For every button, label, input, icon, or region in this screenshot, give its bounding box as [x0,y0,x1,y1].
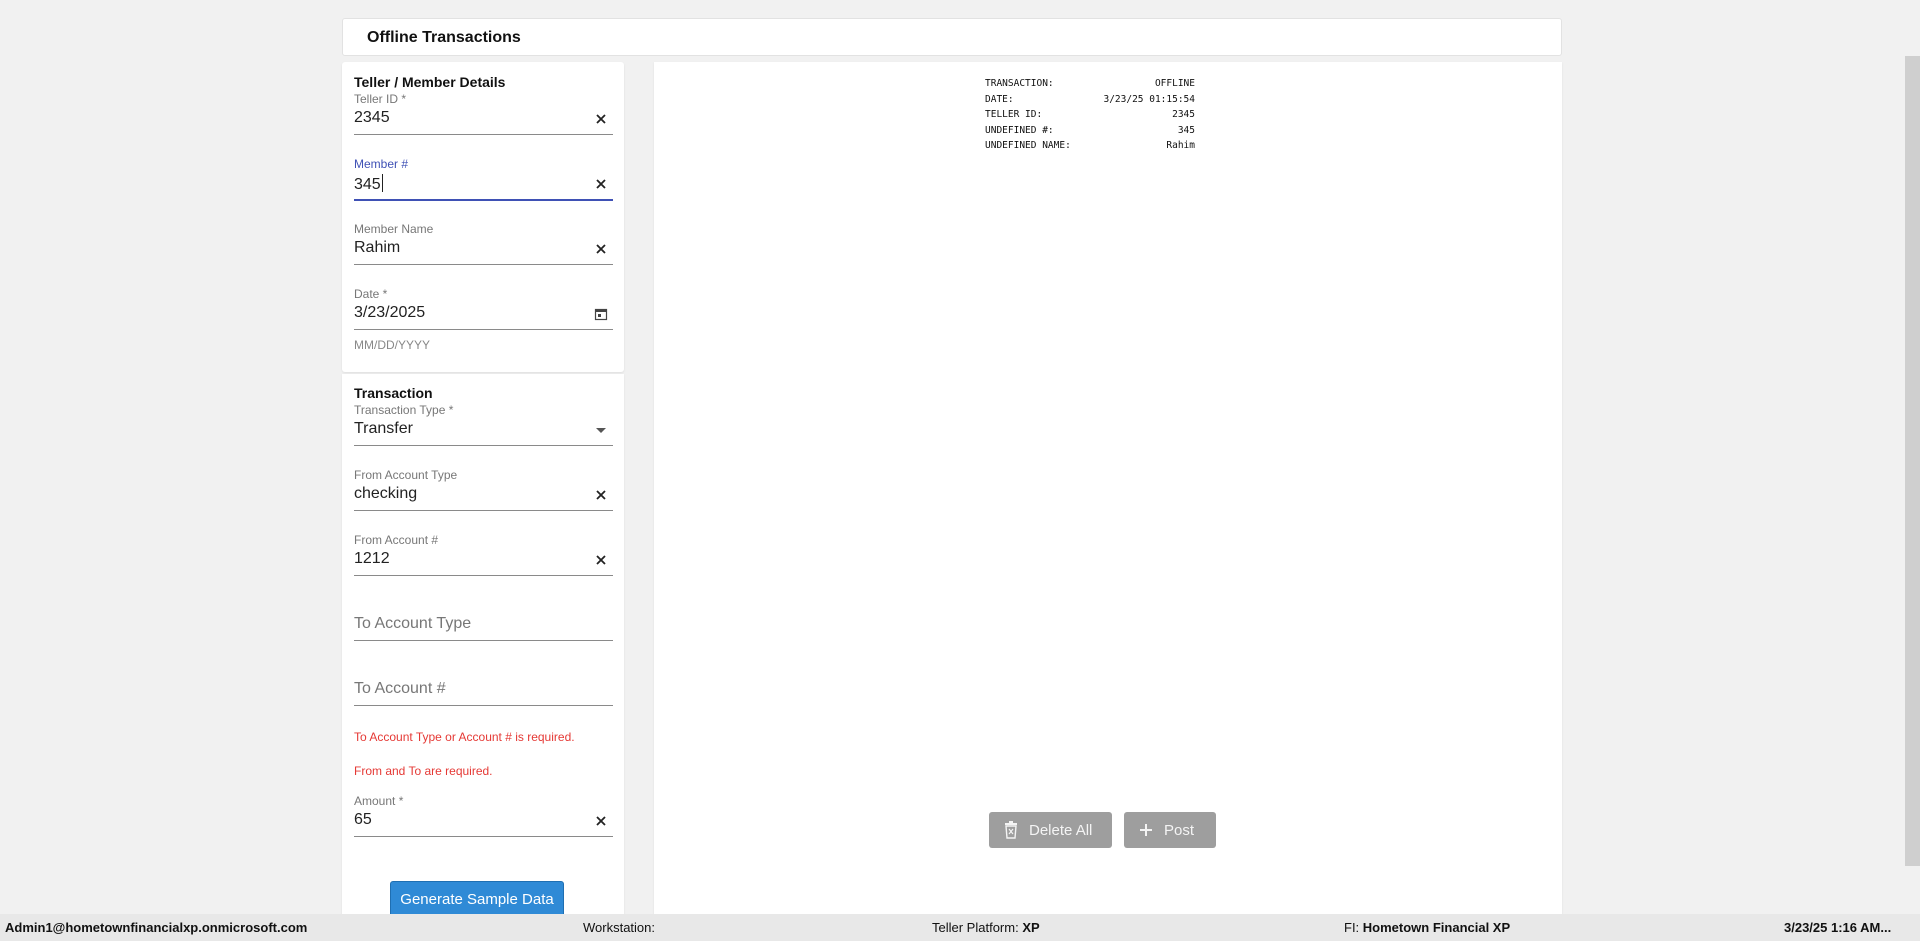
receipt-value: 3/23/25 01:15:54 [1103,93,1195,105]
to-account-type-field[interactable]: To Account Type [354,598,613,648]
teller-member-card: Teller / Member Details Teller ID * 2345… [342,62,624,372]
member-number-underline [354,199,613,201]
close-icon[interactable] [593,111,609,127]
to-account-number-field[interactable]: To Account # [354,663,613,713]
close-icon[interactable] [593,552,609,568]
teller-id-underline [354,134,613,135]
date-label: Date * [354,287,388,301]
from-to-error: From and To are required. [354,764,493,778]
from-account-number-field[interactable]: From Account # 1212 [354,533,613,583]
status-fi-label: FI: [1344,920,1360,935]
transaction-section-title: Transaction [354,385,433,401]
receipt-key: TRANSACTION: [985,78,1054,89]
receipt-key: UNDEFINED #: [985,124,1054,136]
transaction-card: Transaction Transaction Type * Transfer … [342,374,624,917]
status-teller-platform-value: XP [1022,920,1040,935]
member-name-field[interactable]: Member Name Rahim [354,222,613,272]
member-name-value[interactable]: Rahim [354,239,574,257]
from-account-type-field[interactable]: From Account Type checking [354,468,613,518]
receipt-row: TRANSACTION: OFFLINE [985,76,1195,92]
teller-section-title: Teller / Member Details [354,74,506,90]
transaction-type-value[interactable]: Transfer [354,420,574,438]
receipt-row: DATE: 3/23/25 01:15:54 [985,92,1195,108]
close-icon[interactable] [593,813,609,829]
receipt-row: UNDEFINED #: 345 [985,123,1195,139]
generate-sample-data-button[interactable]: Generate Sample Data [390,881,564,917]
trash-icon [1005,821,1017,839]
member-number-field[interactable]: Member # 345 [354,157,613,207]
text-caret [381,174,383,192]
to-account-number-underline [354,705,613,706]
receipt-value: 345 [1177,124,1195,136]
receipt-key: DATE: [985,93,1014,105]
transaction-type-label: Transaction Type * [354,403,454,417]
receipt-key: TELLER ID: [985,109,1043,120]
date-format-hint: MM/DD/YYYY [354,338,431,352]
date-field[interactable]: Date * 3/23/2025 [354,287,613,337]
status-fi-value: Hometown Financial XP [1362,920,1511,935]
to-account-number-placeholder[interactable]: To Account # [354,680,446,698]
status-bar: Admin1@hometownfinancialxp.onmicrosoft.c… [0,914,1920,941]
delete-all-button[interactable]: Delete All [989,812,1112,848]
status-fi: FI: Hometown Financial XP [1344,920,1510,935]
status-teller-platform: Teller Platform: XP [932,920,1040,935]
amount-value[interactable]: 65 [354,811,574,829]
receipt-row: TELLER ID: 2345 [985,107,1195,123]
receipt: TRANSACTION: OFFLINE DATE: 3/23/25 01:15:5… [985,76,1195,154]
from-account-number-value[interactable]: 1212 [354,550,574,568]
plus-icon [1140,824,1152,836]
to-account-type-underline [354,640,613,641]
page-title: Offline Transactions [367,29,521,46]
dropdown-arrow-icon[interactable] [593,422,609,438]
post-label: Post [1164,821,1195,839]
transaction-type-select[interactable]: Transaction Type * Transfer [354,403,613,453]
close-icon[interactable] [593,176,609,192]
close-icon[interactable] [593,487,609,503]
receipt-key: UNDEFINED NAME: [985,140,1071,151]
receipt-value: OFFLINE [1154,78,1195,89]
to-account-error: To Account Type or Account # is required… [354,730,575,744]
from-account-type-underline [354,510,613,511]
member-number-value: 345 [354,176,381,193]
status-teller-platform-label: Teller Platform: [932,920,1019,935]
member-name-label: Member Name [354,222,434,236]
receipt-value: Rahim [1166,140,1195,151]
from-account-type-value[interactable]: checking [354,485,574,503]
receipt-preview-panel: TRANSACTION: OFFLINE DATE: 3/23/25 01:15:5… [654,62,1562,915]
amount-label: Amount * [354,794,404,808]
receipt-row: UNDEFINED NAME: Rahim [985,138,1195,154]
status-user: Admin1@hometownfinancialxp.onmicrosoft.c… [5,920,308,935]
delete-all-label: Delete All [1029,821,1093,839]
date-underline [354,329,613,330]
receipt-value: 2345 [1172,109,1195,120]
date-value[interactable]: 3/23/2025 [354,304,574,322]
teller-id-label: Teller ID * [354,92,407,106]
page-header: Offline Transactions [342,18,1562,56]
from-account-number-label: From Account # [354,533,439,547]
amount-underline [354,836,613,837]
status-datetime: 3/23/25 1:16 AM... [1784,920,1892,935]
post-button[interactable]: Post [1124,812,1216,848]
from-account-number-underline [354,575,613,576]
close-icon[interactable] [593,241,609,257]
teller-id-value[interactable]: 2345 [354,109,574,127]
member-number-label: Member # [354,157,409,171]
amount-field[interactable]: Amount * 65 [354,794,613,844]
member-number-input[interactable]: 345 [354,174,574,194]
vertical-scrollbar[interactable] [1905,56,1920,866]
to-account-type-placeholder[interactable]: To Account Type [354,615,471,633]
status-workstation-label: Workstation: [583,920,656,935]
from-account-type-label: From Account Type [354,468,458,482]
calendar-icon[interactable] [593,306,609,322]
member-name-underline [354,264,613,265]
teller-id-field[interactable]: Teller ID * 2345 [354,92,613,142]
transaction-type-underline [354,445,613,446]
